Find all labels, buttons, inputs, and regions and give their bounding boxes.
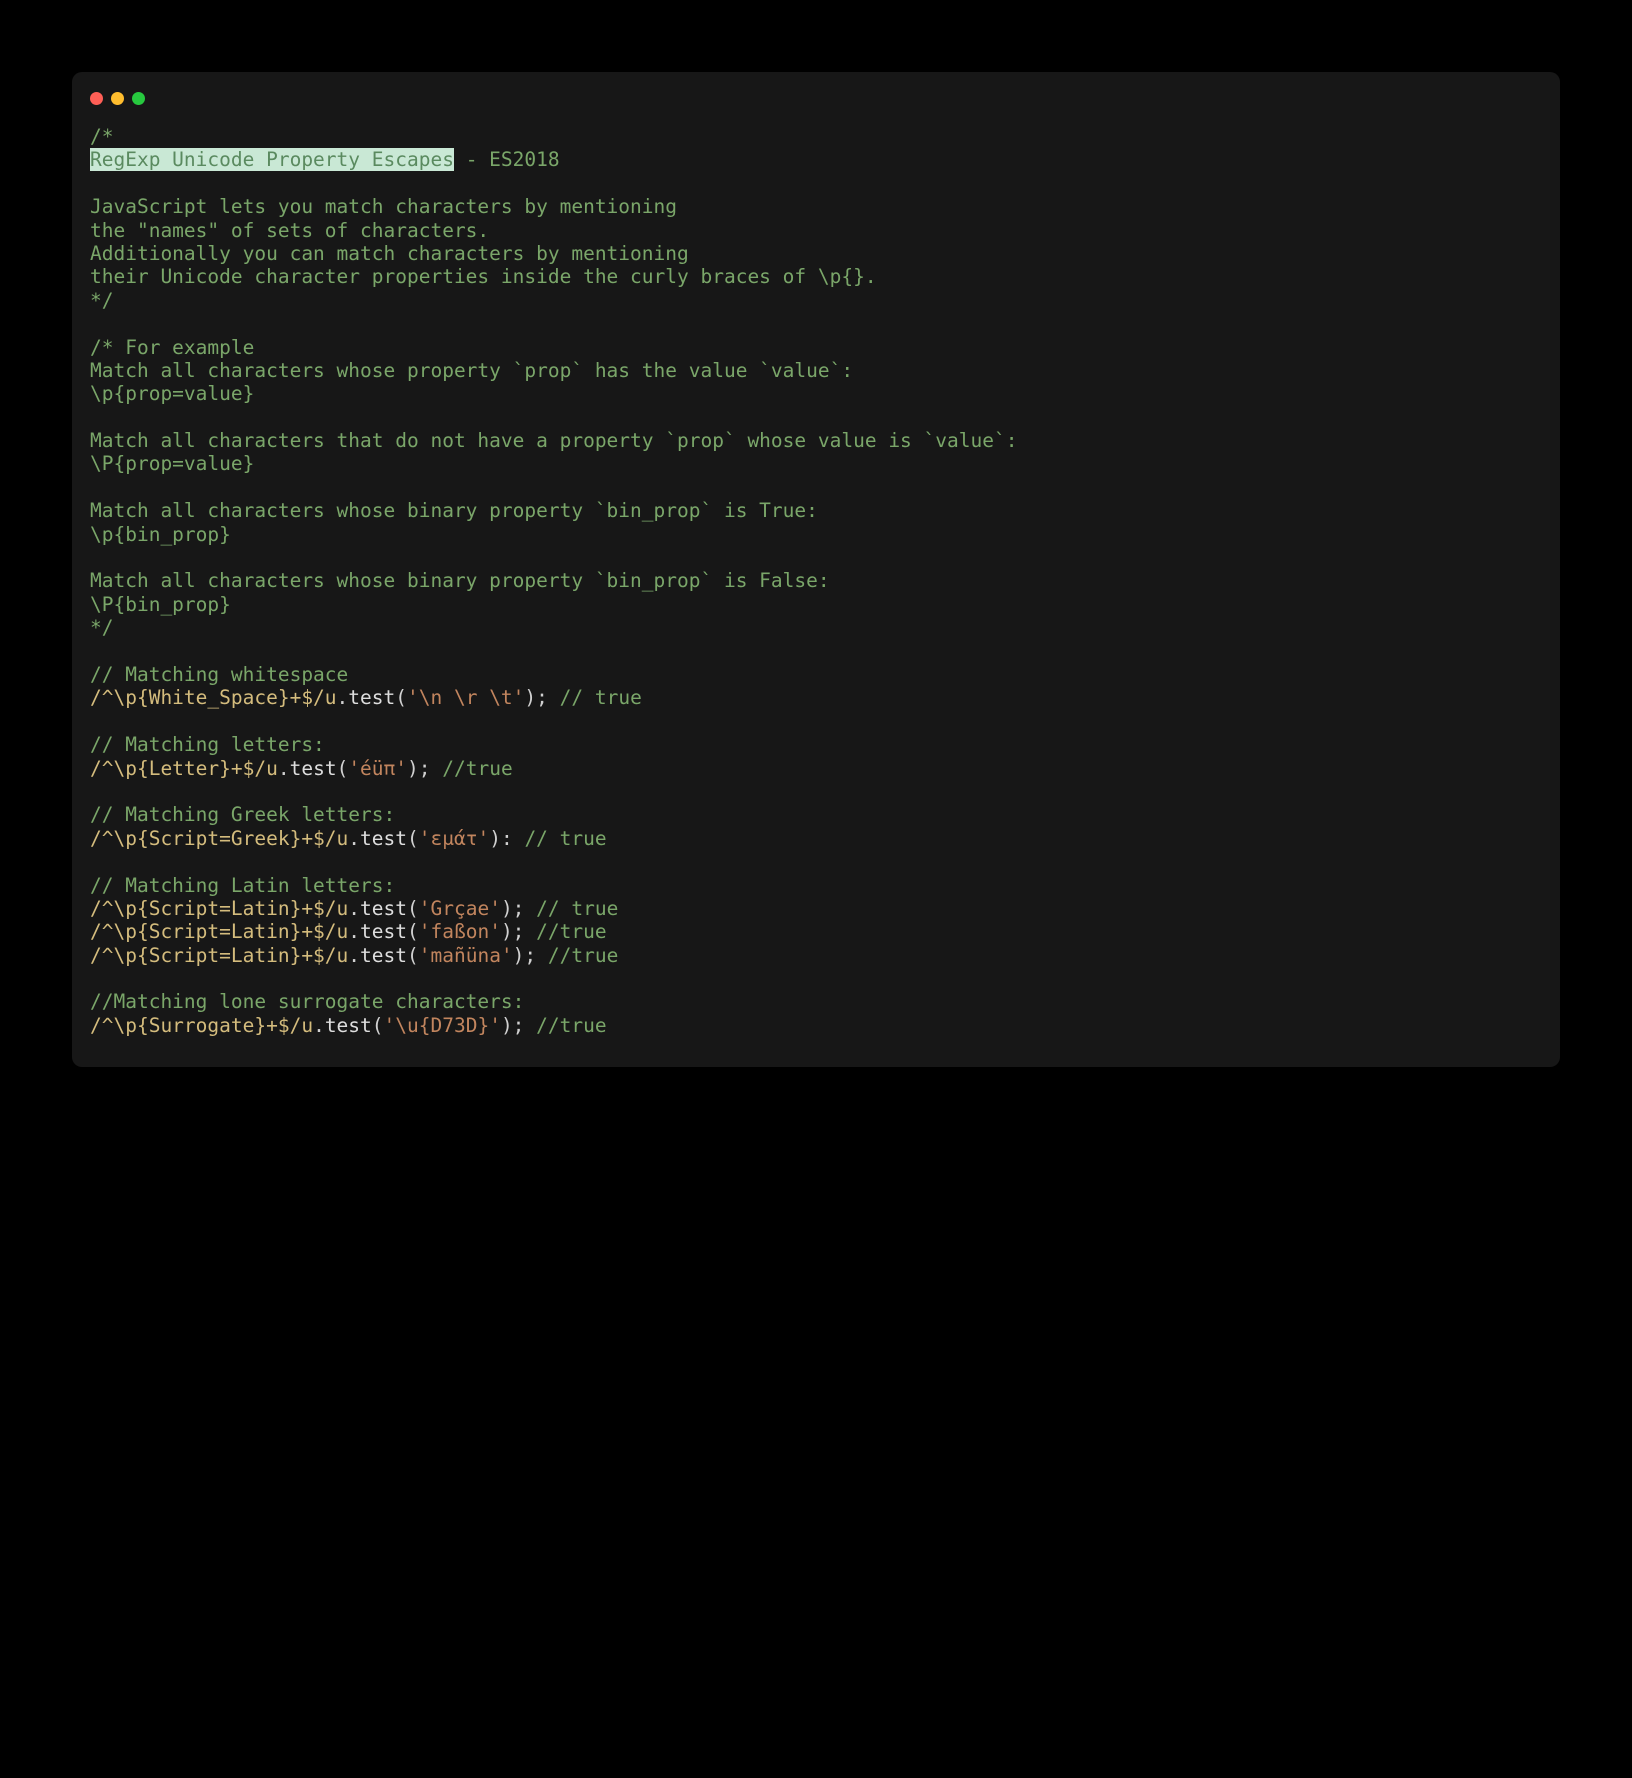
paren: );	[513, 944, 548, 967]
regex-literal: /^\p{Surrogate}+$/u	[90, 1014, 313, 1037]
close-icon[interactable]	[90, 92, 103, 105]
comment-line: Additionally you can match characters by…	[90, 242, 689, 265]
dot-operator: .	[313, 1014, 325, 1037]
comment-line: /*	[90, 125, 113, 148]
paren: (	[407, 827, 419, 850]
method-name: test	[360, 944, 407, 967]
comment-inline: //true	[442, 757, 512, 780]
comment-inline: //true	[548, 944, 618, 967]
comment-line: // Matching letters:	[90, 733, 325, 756]
paren: (	[407, 944, 419, 967]
regex-literal: /^\p{White_Space}+$/u	[90, 686, 337, 709]
comment-inline: // true	[560, 686, 642, 709]
maximize-icon[interactable]	[132, 92, 145, 105]
comment-line: \p{bin_prop}	[90, 523, 231, 546]
paren: (	[337, 757, 349, 780]
method-name: test	[360, 920, 407, 943]
window-titlebar	[90, 90, 1542, 125]
paren: );	[524, 686, 559, 709]
string-literal: '\n \r \t'	[407, 686, 524, 709]
method-name: test	[360, 827, 407, 850]
highlighted-text: RegExp Unicode Property Escapes	[90, 148, 454, 171]
comment-line: /* For example	[90, 336, 254, 359]
comment-line: Match all characters that do not have a …	[90, 429, 1017, 452]
minimize-icon[interactable]	[111, 92, 124, 105]
regex-literal: /^\p{Script=Latin}+$/u	[90, 897, 348, 920]
paren: );	[501, 920, 536, 943]
dot-operator: .	[337, 686, 349, 709]
method-name: test	[290, 757, 337, 780]
comment-line: // Matching Greek letters:	[90, 803, 395, 826]
comment-line: \P{bin_prop}	[90, 593, 231, 616]
comment-line: \P{prop=value}	[90, 452, 254, 475]
dot-operator: .	[348, 920, 360, 943]
dot-operator: .	[348, 944, 360, 967]
string-literal: 'éüπ'	[348, 757, 407, 780]
paren: (	[395, 686, 407, 709]
comment-inline: //true	[536, 920, 606, 943]
regex-literal: /^\p{Letter}+$/u	[90, 757, 278, 780]
comment-line: JavaScript lets you match characters by …	[90, 195, 677, 218]
paren: (	[407, 897, 419, 920]
paren: );	[501, 1014, 536, 1037]
comment-inline: // true	[524, 827, 606, 850]
string-literal: 'mañüna'	[419, 944, 513, 967]
comment-inline: // true	[536, 897, 618, 920]
string-literal: 'εμάτ'	[419, 827, 489, 850]
comment-line: // Matching whitespace	[90, 663, 348, 686]
comment-line: Match all characters whose binary proper…	[90, 569, 830, 592]
comment-line: //Matching lone surrogate characters:	[90, 990, 524, 1013]
paren: );	[407, 757, 442, 780]
method-name: test	[348, 686, 395, 709]
paren: ):	[489, 827, 524, 850]
paren: (	[372, 1014, 384, 1037]
comment-line: Match all characters whose binary proper…	[90, 499, 818, 522]
comment-line: */	[90, 616, 113, 639]
string-literal: '\u{D73D}'	[384, 1014, 501, 1037]
comment-line: \p{prop=value}	[90, 382, 254, 405]
comment-inline: //true	[536, 1014, 606, 1037]
paren: (	[407, 920, 419, 943]
code-window: /* RegExp Unicode Property Escapes - ES2…	[72, 72, 1560, 1067]
regex-literal: /^\p{Script=Greek}+$/u	[90, 827, 348, 850]
regex-literal: /^\p{Script=Latin}+$/u	[90, 944, 348, 967]
comment-line: - ES2018	[454, 148, 560, 171]
string-literal: 'faßon'	[419, 920, 501, 943]
regex-literal: /^\p{Script=Latin}+$/u	[90, 920, 348, 943]
comment-line: */	[90, 289, 113, 312]
comment-line: // Matching Latin letters:	[90, 874, 395, 897]
method-name: test	[360, 897, 407, 920]
dot-operator: .	[278, 757, 290, 780]
comment-line: their Unicode character properties insid…	[90, 265, 877, 288]
dot-operator: .	[348, 827, 360, 850]
string-literal: 'Grçae'	[419, 897, 501, 920]
dot-operator: .	[348, 897, 360, 920]
method-name: test	[325, 1014, 372, 1037]
comment-line: the "names" of sets of characters.	[90, 219, 489, 242]
paren: );	[501, 897, 536, 920]
code-block: /* RegExp Unicode Property Escapes - ES2…	[90, 125, 1542, 1037]
comment-line: Match all characters whose property `pro…	[90, 359, 853, 382]
